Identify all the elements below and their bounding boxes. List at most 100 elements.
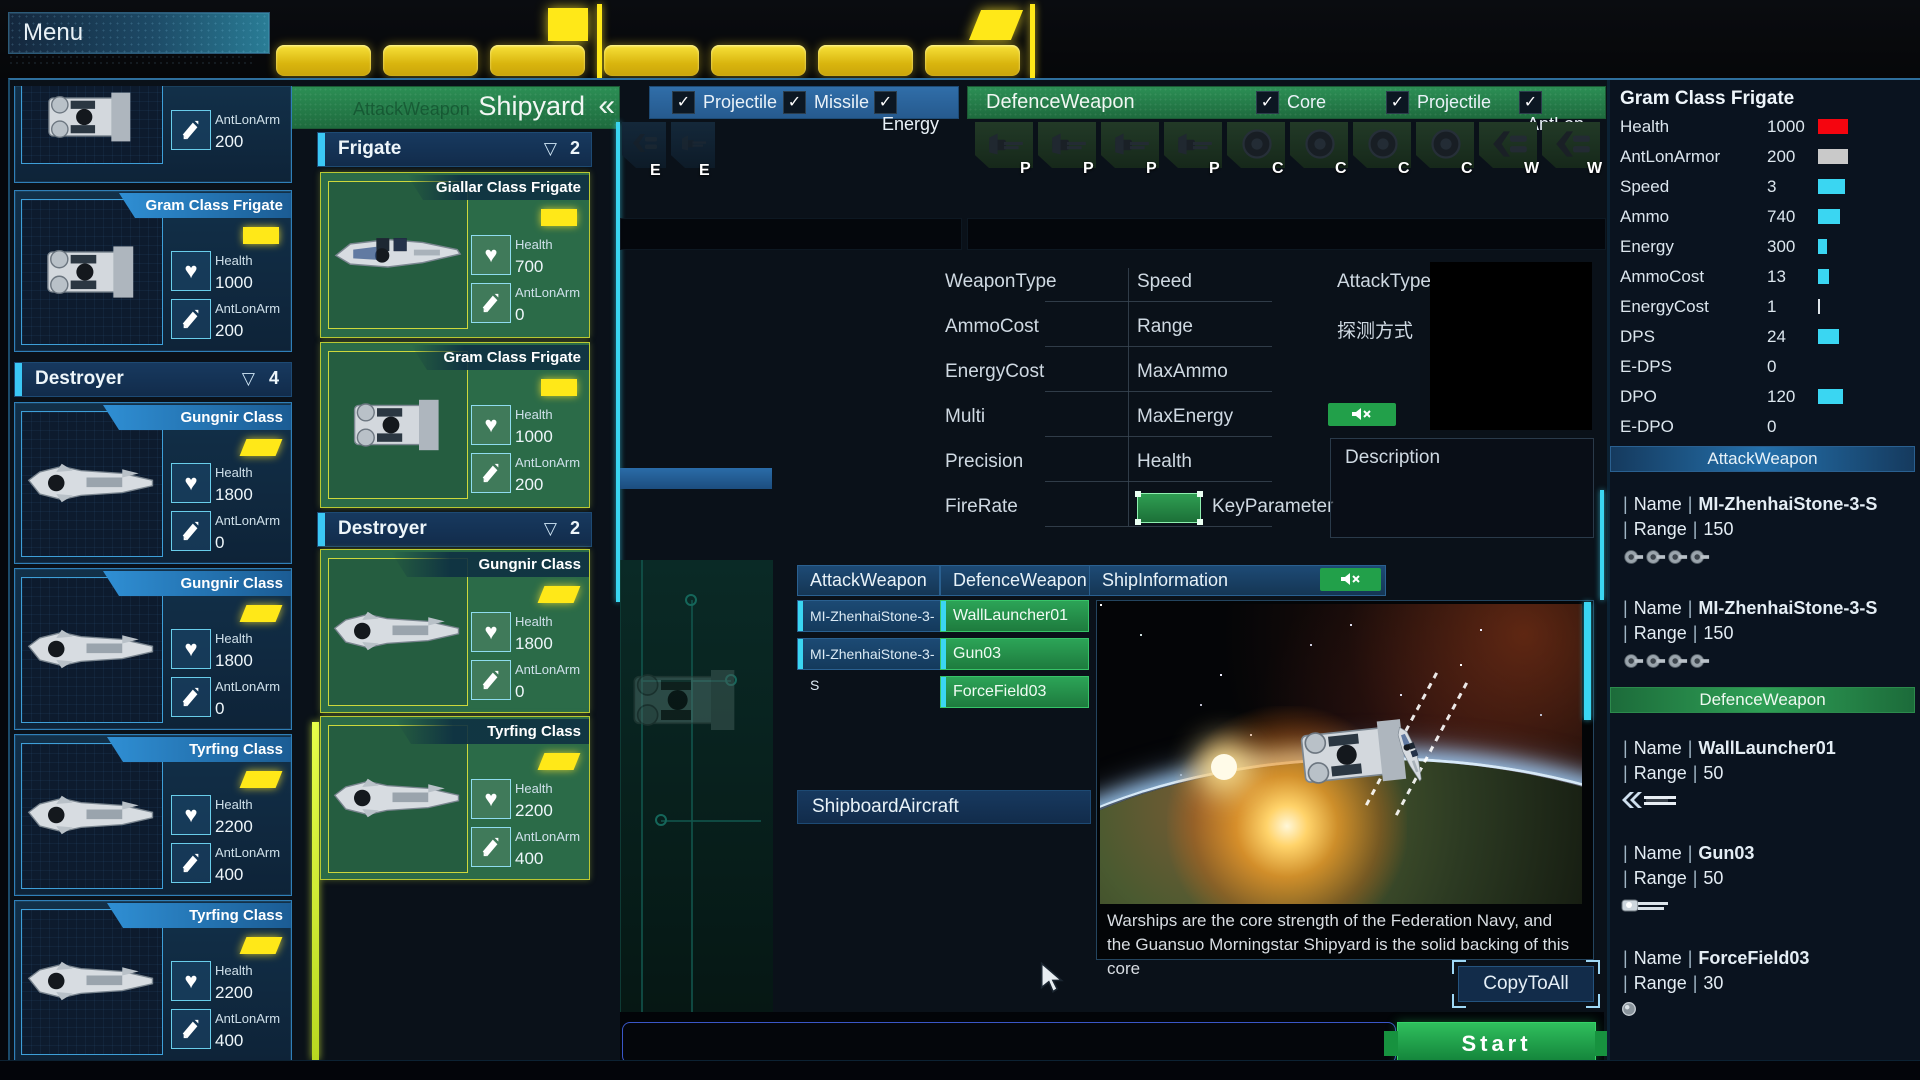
armor-label: AntLonArm	[515, 455, 580, 470]
key-parameter-swatch[interactable]	[1137, 493, 1201, 523]
rank-badge-icon	[538, 586, 581, 603]
filter-funnel-icon[interactable]: ▽	[544, 139, 557, 159]
rank-badge-icon	[541, 209, 577, 226]
filter-projectile[interactable]: ✓ Projectile	[672, 91, 777, 114]
stat-label: AmmoCost	[1620, 267, 1704, 287]
stat-label: DPO	[1620, 387, 1657, 407]
stat-label: FireRate	[945, 496, 1018, 518]
defence-entry-name: |Name|WallLauncher01	[1617, 738, 1836, 759]
armor-icon	[471, 827, 511, 867]
checkbox-checked-icon[interactable]: ✓	[1386, 91, 1409, 114]
fleet-slot-button-4[interactable]	[604, 45, 699, 76]
armor-icon	[471, 283, 511, 323]
ship-image-box	[21, 411, 163, 557]
checkbox-checked-icon[interactable]: ✓	[783, 91, 806, 114]
defence-weapon-item-2[interactable]: Gun03	[940, 638, 1089, 670]
fleet-card-tyrfing-2[interactable]: Tyrfing Class Destroyer ♥ Health 2200 An…	[14, 900, 292, 1062]
shipyard-section-destroyer[interactable]: Destroyer ▽ 2	[317, 512, 592, 547]
shipyard-screen: Menu MyFleet AttackWeapon Shipyard « Ant…	[0, 0, 1920, 1080]
rank-badge-icon	[541, 379, 577, 396]
fleet-card-gram-frigate[interactable]: Gram Class Frigate ♥ Health 1000 AntLonA…	[14, 190, 292, 352]
health-label: Health	[215, 963, 253, 978]
fleet-card-tyrfing-1[interactable]: Tyrfing Class Destroyer ♥ Health 2200 An…	[14, 734, 292, 896]
tab-defenceweapon[interactable]: DefenceWeapon	[940, 565, 1100, 596]
slot-type-letter: C	[1272, 160, 1284, 178]
health-icon: ♥	[171, 629, 211, 669]
checkbox-checked-icon[interactable]: ✓	[874, 91, 897, 114]
attack-weapon-item-2[interactable]: MI-ZhenhaiStone-3-S	[797, 638, 942, 670]
shipyard-card-gram[interactable]: Gram Class Frigate ♥ Health 1000 AntLonA…	[320, 342, 590, 508]
tab-attackweapon[interactable]: AttackWeapon	[797, 565, 940, 596]
shipyard-section-frigate[interactable]: Frigate ▽ 2	[317, 132, 592, 167]
slot-type-letter: C	[1398, 160, 1410, 178]
ship-sprite	[26, 458, 158, 508]
filter-missile[interactable]: ✓Missile	[783, 91, 869, 114]
stat-label: WeaponType	[945, 271, 1057, 293]
collapse-icon[interactable]: «	[598, 89, 615, 123]
armor-icon	[171, 843, 211, 883]
attack-turret-icons	[1622, 650, 1710, 677]
fleet-scrollbar[interactable]	[312, 722, 319, 1060]
filter-funnel-icon[interactable]: ▽	[544, 519, 557, 539]
item-label: WallLauncher01	[953, 607, 1068, 624]
stat-label: Speed	[1620, 177, 1669, 197]
armor-value: 400	[515, 849, 543, 869]
defence-weapon-item-3[interactable]: ForceField03	[940, 676, 1089, 708]
attack-weapon-item-1[interactable]: MI-ZhenhaiStone-3-S	[797, 600, 942, 632]
copy-to-all-button[interactable]: CopyToAll	[1458, 966, 1594, 1002]
start-button[interactable]: Start	[1397, 1022, 1596, 1065]
card-title: Tyrfing Class Destroyer	[107, 737, 291, 762]
attack-turret-icons	[1622, 546, 1710, 573]
fleet-card-gungnir-2[interactable]: Gungnir Class Destroyer ♥ Health 1800 An…	[14, 568, 292, 730]
shipboard-aircraft-bar[interactable]: ShipboardAircraft	[797, 790, 1091, 824]
stat-value: 3	[1767, 177, 1776, 197]
armor-value: 0	[215, 533, 224, 553]
filter-energy[interactable]: ✓Energy	[874, 91, 958, 135]
ship-image-box	[328, 558, 468, 706]
stat-chip	[1818, 179, 1845, 194]
shipyard-card-gungnir[interactable]: Gungnir Class Destroyer ♥ Health 1800 An…	[320, 549, 590, 713]
circuit-decoration	[620, 560, 773, 1060]
shipyard-card-giallar[interactable]: Giallar Class Frigate ♥ Health 700 AntLo…	[320, 172, 590, 338]
rank-badge-icon	[240, 605, 283, 622]
fleet-card-gungnir-1[interactable]: Gungnir Class Destroyer ♥ Health 1800 An…	[14, 402, 292, 564]
gun-icon	[1620, 895, 1680, 915]
menu-button[interactable]: Menu	[8, 12, 270, 54]
shipyard-card-tyrfing[interactable]: Tyrfing Class Destroyer ♥ Health 2200 An…	[320, 716, 590, 880]
info-scrollbar[interactable]	[1584, 602, 1591, 720]
armor-label: AntLonArm	[215, 112, 280, 127]
health-value: 1800	[215, 651, 253, 671]
filter-funnel-icon[interactable]: ▽	[242, 369, 255, 389]
forcefield-icon	[1620, 1000, 1638, 1018]
checkbox-checked-icon[interactable]: ✓	[1519, 91, 1542, 114]
stat-label: MaxAmmo	[1137, 361, 1228, 383]
slot-type-letter: P	[1083, 160, 1094, 178]
fleet-slot-button-2[interactable]	[383, 45, 478, 76]
health-icon: ♥	[171, 463, 211, 503]
fleet-slot-button-6[interactable]	[818, 45, 913, 76]
fleet-slot-button-3[interactable]	[490, 45, 585, 76]
ship-info-mute-button[interactable]	[1320, 568, 1381, 591]
description-label: Description	[1345, 447, 1440, 469]
ship-sprite	[333, 230, 463, 278]
defence-weapon-item-1[interactable]: WallLauncher01	[940, 600, 1089, 632]
right-panel-scrollbar[interactable]	[1600, 490, 1604, 600]
fleet-name-input[interactable]	[622, 1022, 1396, 1064]
slot-type-letter: W	[1587, 160, 1602, 178]
shipyard-scrollbar[interactable]	[616, 122, 620, 602]
mute-button[interactable]	[1328, 403, 1396, 426]
health-value: 1000	[215, 273, 253, 293]
filter-core[interactable]: ✓Core	[1256, 91, 1326, 114]
card-title: Gungnir Class Destroyer	[391, 552, 589, 577]
fleet-card-partial[interactable]: AntLonArm 200	[14, 86, 292, 183]
fleet-section-destroyer[interactable]: Destroyer ▽ 4	[14, 362, 292, 397]
filter-projectile-2[interactable]: ✓Projectile	[1386, 91, 1491, 114]
filter-label: Projectile	[703, 92, 777, 113]
ship-sprite	[28, 236, 156, 308]
card-title: Gram Class Frigate	[411, 345, 589, 370]
checkbox-checked-icon[interactable]: ✓	[672, 91, 695, 114]
fleet-slot-button-1[interactable]	[276, 45, 371, 76]
fleet-slot-button-7[interactable]	[925, 45, 1020, 76]
fleet-slot-button-5[interactable]	[711, 45, 806, 76]
checkbox-checked-icon[interactable]: ✓	[1256, 91, 1279, 114]
